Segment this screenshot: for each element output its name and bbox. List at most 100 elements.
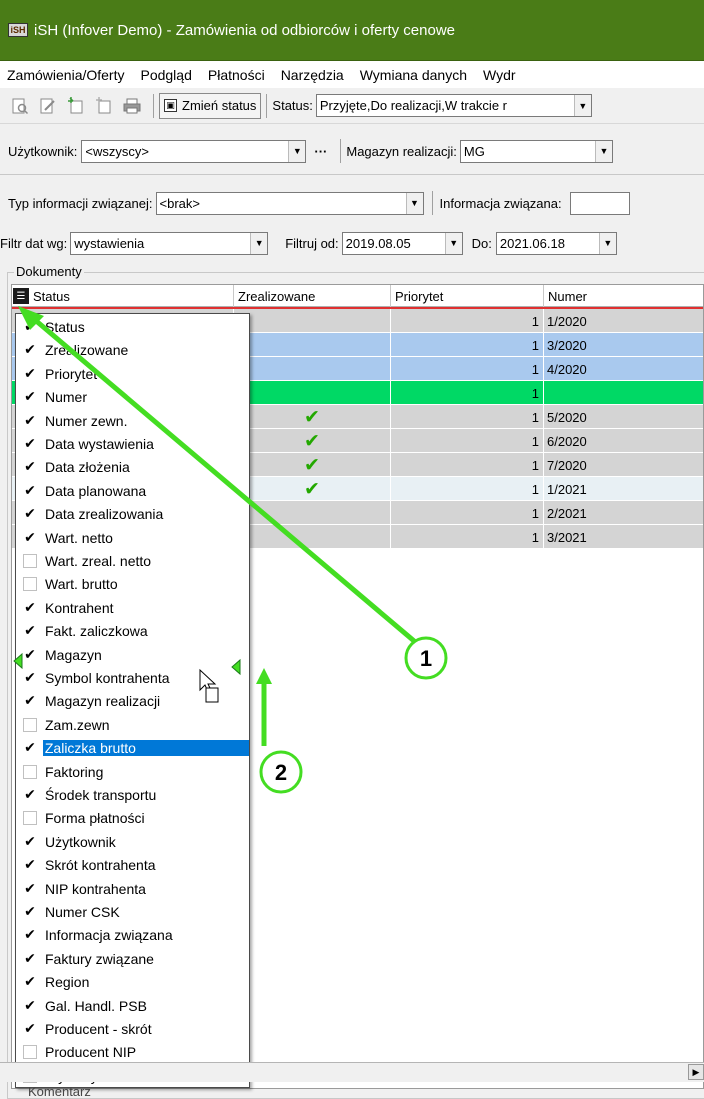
checkbox-checked-icon[interactable]: ✔ <box>23 927 37 942</box>
column-chooser-item[interactable]: ✔ Środek transportu <box>17 783 249 807</box>
column-chooser-item[interactable]: ✔ Magazyn <box>17 643 249 667</box>
menu-zamowienia[interactable]: Zamówienia/Oferty <box>7 67 124 83</box>
column-chooser-item[interactable]: ✔ Zaliczka brutto <box>17 736 249 760</box>
checkbox-checked-icon[interactable]: ✔ <box>23 389 37 404</box>
info-type-select[interactable]: <brak> ▼ <box>155 191 424 215</box>
column-chooser-item[interactable]: ✔ Numer CSK <box>17 900 249 924</box>
checkbox-checked-icon[interactable]: ✔ <box>23 413 37 428</box>
checkbox-checked-icon[interactable]: ✔ <box>23 881 37 896</box>
column-chooser-item[interactable]: ✔ NIP kontrahenta <box>17 877 249 901</box>
checkbox-checked-icon[interactable]: ✔ <box>23 600 37 615</box>
chevron-down-icon[interactable]: ▼ <box>573 95 591 116</box>
chevron-down-icon[interactable]: ▼ <box>405 192 423 214</box>
checkbox-checked-icon[interactable]: ✔ <box>23 342 37 357</box>
checkbox-checked-icon[interactable]: ✔ <box>23 319 37 334</box>
column-chooser-item-label: NIP kontrahenta <box>45 880 146 897</box>
checkbox-checked-icon[interactable]: ✔ <box>23 904 37 919</box>
column-chooser-item[interactable]: ✔ Magazyn realizacji <box>17 689 249 713</box>
edit-icon[interactable] <box>36 94 60 118</box>
column-chooser-item[interactable]: ✔ Status <box>17 315 249 339</box>
checkbox-checked-icon[interactable]: ✔ <box>23 1021 37 1036</box>
checkbox-checked-icon[interactable]: ✔ <box>23 459 37 474</box>
column-chooser-item[interactable]: ✔ Data wystawienia <box>17 432 249 456</box>
column-chooser-item[interactable]: ✔ Symbol kontrahenta <box>17 666 249 690</box>
info-input[interactable] <box>569 191 630 215</box>
menu-wymiana-danych[interactable]: Wymiana danych <box>360 67 467 83</box>
chevron-down-icon[interactable]: ▼ <box>598 232 616 254</box>
column-chooser-item[interactable]: ✔ Priorytet <box>17 362 249 386</box>
column-chooser-item[interactable]: Wart. zreal. netto <box>17 549 249 573</box>
checkbox-unchecked-icon[interactable] <box>23 717 37 732</box>
checkbox-checked-icon[interactable]: ✔ <box>23 530 37 545</box>
column-chooser-item[interactable]: ✔ Użytkownik <box>17 830 249 854</box>
checkbox-checked-icon[interactable]: ✔ <box>23 834 37 849</box>
change-status-button[interactable]: ▣ Zmień status <box>159 92 262 119</box>
column-chooser-item[interactable]: ✔ Region <box>17 970 249 994</box>
warehouse-select[interactable]: MG ▼ <box>459 139 613 163</box>
checkbox-unchecked-icon[interactable] <box>23 1045 37 1060</box>
column-chooser-item[interactable]: ✔ Kontrahent <box>17 596 249 620</box>
chevron-down-icon[interactable]: ▼ <box>250 232 268 254</box>
column-chooser-item[interactable]: ✔ Data zrealizowania <box>17 502 249 526</box>
checkbox-unchecked-icon[interactable] <box>23 577 37 592</box>
scroll-right-icon[interactable]: ▶ <box>688 1064 704 1080</box>
column-chooser-item[interactable]: ✔ Numer <box>17 385 249 409</box>
column-chooser-item[interactable]: ✔ Faktury związane <box>17 947 249 971</box>
column-header-numer[interactable]: Numer <box>544 285 703 307</box>
new-doc-icon[interactable] <box>64 94 88 118</box>
column-chooser-item[interactable]: Faktoring <box>17 760 249 784</box>
date-filter-select[interactable]: wystawienia ▼ <box>70 231 269 255</box>
column-header-priorytet[interactable]: Priorytet <box>391 285 544 307</box>
column-chooser-item[interactable]: ✔ Zrealizowane <box>17 338 249 362</box>
column-chooser-item[interactable]: ✔ Numer zewn. <box>17 409 249 433</box>
chevron-down-icon[interactable]: ▼ <box>444 232 462 254</box>
column-header-status[interactable]: ☰ Status <box>12 285 234 307</box>
column-chooser-item[interactable]: Producent NIP <box>17 1040 249 1064</box>
column-chooser-item[interactable]: Forma płatności <box>17 806 249 830</box>
checkbox-checked-icon[interactable]: ✔ <box>23 857 37 872</box>
column-chooser-icon[interactable]: ☰ <box>13 288 29 304</box>
column-chooser-item[interactable]: ✔ Wart. netto <box>17 526 249 550</box>
checkbox-checked-icon[interactable]: ✔ <box>23 483 37 498</box>
menu-platnosci[interactable]: Płatności <box>208 67 265 83</box>
checkbox-checked-icon[interactable]: ✔ <box>23 670 37 685</box>
column-chooser-item[interactable]: ✔ Informacja związana <box>17 923 249 947</box>
column-chooser-item[interactable]: ✔ Data złożenia <box>17 455 249 479</box>
menu-podglad[interactable]: Podgląd <box>140 67 191 83</box>
copy-doc-icon[interactable] <box>92 94 116 118</box>
checkbox-checked-icon[interactable]: ✔ <box>23 623 37 638</box>
checkbox-checked-icon[interactable]: ✔ <box>23 951 37 966</box>
chevron-down-icon[interactable]: ▼ <box>288 140 306 162</box>
from-date-picker[interactable]: 2019.08.05 ▼ <box>341 231 463 255</box>
chevron-down-icon[interactable]: ▼ <box>594 140 612 162</box>
checkbox-checked-icon[interactable]: ✔ <box>23 693 37 708</box>
print-icon[interactable] <box>120 94 144 118</box>
menu-wydruki[interactable]: Wydr <box>483 67 516 83</box>
checkbox-unchecked-icon[interactable] <box>23 554 37 568</box>
menu-bar: Zamówienia/Oferty Podgląd Płatności Narz… <box>0 61 704 88</box>
column-header-zrealizowane[interactable]: Zrealizowane <box>234 285 391 307</box>
checkbox-checked-icon[interactable]: ✔ <box>23 974 37 989</box>
checkbox-checked-icon[interactable]: ✔ <box>23 366 37 381</box>
column-chooser-item[interactable]: ✔ Skrót kontrahenta <box>17 853 249 877</box>
checkbox-checked-icon[interactable]: ✔ <box>23 787 37 802</box>
checkbox-checked-icon[interactable]: ✔ <box>23 740 37 755</box>
menu-narzedzia[interactable]: Narzędzia <box>281 67 344 83</box>
user-select[interactable]: <wszyscy> ▼ <box>81 139 307 163</box>
checkbox-checked-icon[interactable]: ✔ <box>23 998 37 1013</box>
checkbox-unchecked-icon[interactable] <box>23 764 37 779</box>
checkbox-checked-icon[interactable]: ✔ <box>23 647 37 662</box>
column-chooser-item[interactable]: ✔ Data planowana <box>17 479 249 503</box>
column-chooser-item[interactable]: Wart. brutto <box>17 572 249 596</box>
search-doc-icon[interactable] <box>8 94 32 118</box>
status-filter-select[interactable]: Przyjęte,Do realizacji,W trakcie r ▼ <box>315 94 592 117</box>
column-chooser-item[interactable]: ✔ Producent - skrót <box>17 1017 249 1041</box>
user-more-button[interactable]: ··· <box>314 144 327 159</box>
checkbox-checked-icon[interactable]: ✔ <box>23 436 37 451</box>
to-date-picker[interactable]: 2021.06.18 ▼ <box>495 231 617 255</box>
column-chooser-item[interactable]: ✔ Gal. Handl. PSB <box>17 994 249 1018</box>
checkbox-checked-icon[interactable]: ✔ <box>23 506 37 521</box>
column-chooser-item[interactable]: Zam.zewn <box>17 713 249 737</box>
column-chooser-item[interactable]: ✔ Fakt. zaliczkowa <box>17 619 249 643</box>
checkbox-unchecked-icon[interactable] <box>23 811 37 826</box>
